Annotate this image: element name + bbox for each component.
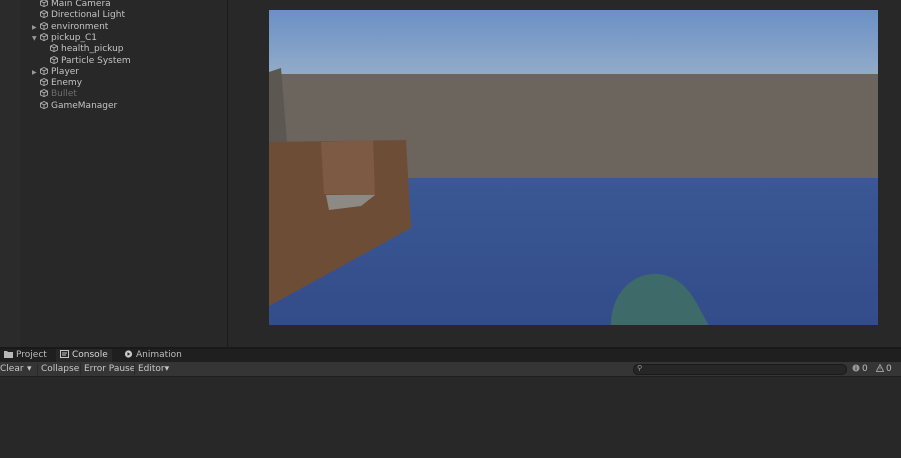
gameobject-icon xyxy=(40,66,48,75)
hierarchy-item[interactable]: Main Camera xyxy=(40,0,111,10)
dropdown-arrow-icon: ▾ xyxy=(27,364,32,374)
info-count: 0 xyxy=(862,364,868,374)
hierarchy-item-label: Main Camera xyxy=(51,0,111,9)
bottom-tab-bar: Project Console Animation xyxy=(0,349,901,362)
hierarchy-item[interactable]: ▼ pickup_C1 xyxy=(32,32,98,44)
game-view-render[interactable] xyxy=(269,10,878,325)
hierarchy-item-label: Player xyxy=(51,66,80,77)
hierarchy-item[interactable]: Directional Light xyxy=(40,10,125,21)
gameobject-icon xyxy=(40,0,48,7)
warning-count-toggle[interactable]: 0 xyxy=(875,363,892,375)
warning-icon xyxy=(875,363,885,372)
expand-arrow-right-icon[interactable]: ▶ xyxy=(32,22,37,33)
gameobject-icon xyxy=(40,78,48,87)
error-pause-toggle[interactable]: Error Pause xyxy=(80,363,138,375)
console-icon xyxy=(60,350,69,358)
folder-icon xyxy=(4,350,13,358)
collapse-label: Collapse xyxy=(41,364,80,374)
clear-label: Clear xyxy=(0,364,24,374)
gameobject-icon xyxy=(40,100,48,109)
expand-arrow-right-icon[interactable]: ▶ xyxy=(32,67,37,78)
hierarchy-item-label: pickup_C1 xyxy=(51,32,98,43)
warning-count: 0 xyxy=(886,364,892,374)
error-pause-label: Error Pause xyxy=(84,364,136,374)
search-input[interactable] xyxy=(646,365,841,374)
hierarchy-item[interactable]: Particle System xyxy=(50,55,131,67)
hierarchy-item[interactable]: Bullet xyxy=(40,89,77,100)
clear-button[interactable]: Clear xyxy=(0,363,27,375)
info-count-toggle[interactable]: 0 xyxy=(852,363,868,375)
hierarchy-item[interactable]: Enemy xyxy=(40,78,82,89)
editor-label: Editor xyxy=(138,364,165,374)
search-icon: ⚲ xyxy=(637,364,643,372)
tab-project[interactable]: Project xyxy=(0,349,51,362)
tab-animation[interactable]: Animation xyxy=(120,349,186,362)
gameobject-icon xyxy=(40,89,48,98)
hierarchy-item-label: Enemy xyxy=(51,78,83,89)
scene-render xyxy=(269,10,878,325)
hierarchy-item[interactable]: ▶ Player xyxy=(32,66,80,78)
hierarchy-item[interactable]: GameManager xyxy=(40,100,118,112)
dropdown-arrow-icon: ▾ xyxy=(164,364,170,374)
tab-label: Console xyxy=(72,350,108,360)
hierarchy-gutter xyxy=(0,0,20,348)
hierarchy-item-label: Particle System xyxy=(61,55,131,66)
tab-label: Animation xyxy=(136,350,182,360)
expand-arrow-down-icon[interactable]: ▼ xyxy=(32,33,37,44)
collapse-toggle[interactable]: Collapse xyxy=(37,363,82,375)
gameobject-icon xyxy=(40,10,48,19)
hierarchy-item-label: Directional Light xyxy=(51,10,125,21)
crate-inner-wall xyxy=(321,140,375,196)
hierarchy-item-label: health_pickup xyxy=(61,44,124,55)
tab-label: Project xyxy=(16,350,47,360)
info-icon xyxy=(852,364,860,372)
clear-options-dropdown[interactable]: ▾ xyxy=(24,363,35,375)
gameobject-icon xyxy=(40,32,48,41)
animation-icon xyxy=(124,350,133,358)
gameobject-icon xyxy=(50,44,58,53)
hierarchy-item-label: environment xyxy=(51,21,109,32)
tab-console[interactable]: Console xyxy=(56,349,112,362)
gameobject-icon xyxy=(50,55,58,64)
console-search[interactable]: ⚲ xyxy=(633,364,847,375)
hierarchy-item[interactable]: ▶ environment xyxy=(32,21,109,33)
gameobject-icon xyxy=(40,21,48,30)
editor-dropdown[interactable]: Editor▾ xyxy=(134,363,172,375)
console-log-area[interactable] xyxy=(0,377,901,458)
hierarchy-item-label: GameManager xyxy=(51,100,118,111)
hierarchy-item-label: Bullet xyxy=(51,89,77,100)
hierarchy-panel: Main Camera Directional Light ▶ environment… xyxy=(0,0,227,348)
console-toolbar: Clear ▾ Collapse Error Pause Editor▾ ⚲ 0… xyxy=(0,362,901,377)
hierarchy-item[interactable]: health_pickup xyxy=(50,44,124,55)
sky xyxy=(269,10,878,76)
